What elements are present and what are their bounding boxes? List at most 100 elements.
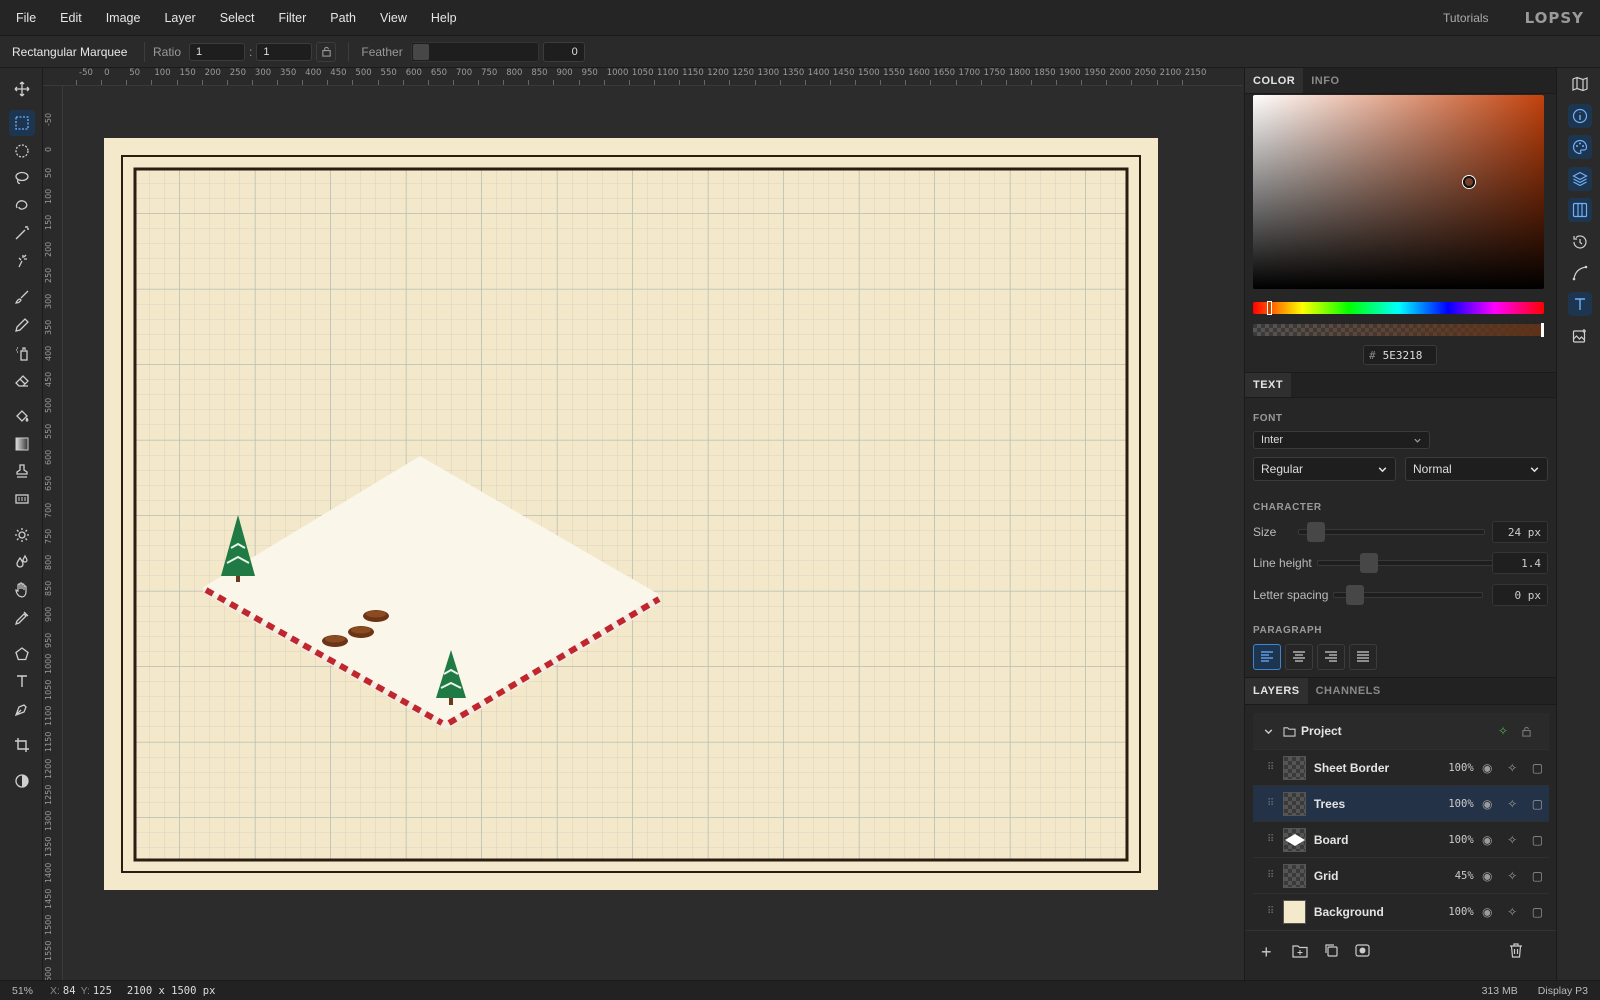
menu-path[interactable]: Path bbox=[318, 11, 368, 25]
lock-icon[interactable]: ▢ bbox=[1526, 905, 1549, 919]
font-style-select[interactable]: Normal bbox=[1405, 457, 1548, 481]
size-slider[interactable] bbox=[1298, 522, 1485, 542]
font-weight-select[interactable]: Regular bbox=[1253, 457, 1396, 481]
add-layer-button[interactable]: + bbox=[1261, 942, 1272, 963]
layer-row-trees[interactable]: ⠿ Trees 100% ◉ ✧ ▢ bbox=[1253, 785, 1549, 821]
effects-icon[interactable]: ✧ bbox=[1501, 797, 1524, 811]
color-panel-button[interactable] bbox=[1568, 135, 1592, 159]
layers-panel-button[interactable] bbox=[1568, 167, 1592, 191]
ratio-height-input[interactable]: 1 bbox=[256, 42, 313, 61]
menu-help[interactable]: Help bbox=[419, 11, 469, 25]
document-canvas[interactable] bbox=[104, 138, 1158, 890]
hue-slider-handle[interactable] bbox=[1267, 301, 1272, 315]
ratio-lock-button[interactable] bbox=[316, 41, 337, 62]
alpha-slider[interactable] bbox=[1253, 323, 1544, 337]
smudge-tool[interactable] bbox=[9, 577, 35, 603]
paths-panel-button[interactable] bbox=[1568, 261, 1592, 285]
eyedropper-tool[interactable] bbox=[9, 605, 35, 631]
tab-layers[interactable]: LAYERS bbox=[1245, 678, 1308, 704]
line-height-value[interactable]: 1.4 bbox=[1492, 552, 1548, 574]
menu-filter[interactable]: Filter bbox=[266, 11, 318, 25]
lock-icon[interactable]: ▢ bbox=[1526, 761, 1549, 775]
layer-row-sheet-border[interactable]: ⠿ Sheet Border 100% ◉ ✧ ▢ bbox=[1253, 749, 1549, 785]
rect-marquee-tool[interactable] bbox=[9, 110, 35, 136]
layer-row-background[interactable]: ⠿ Background 100% ◉ ✧ ▢ bbox=[1253, 893, 1549, 929]
menu-image[interactable]: Image bbox=[94, 11, 153, 25]
lasso-tool[interactable] bbox=[9, 165, 35, 191]
size-slider-knob[interactable] bbox=[1307, 522, 1325, 542]
lock-icon[interactable]: ▢ bbox=[1526, 797, 1549, 811]
crop-tool[interactable] bbox=[9, 732, 35, 758]
tab-color[interactable]: COLOR bbox=[1245, 68, 1304, 93]
feather-slider[interactable] bbox=[410, 41, 539, 62]
color-picker-handle[interactable] bbox=[1463, 176, 1475, 188]
hex-input[interactable]: # 5E3218 bbox=[1363, 345, 1437, 365]
lock-icon[interactable]: ▢ bbox=[1526, 869, 1549, 883]
move-tool[interactable] bbox=[9, 76, 35, 102]
eye-icon[interactable]: ◉ bbox=[1476, 833, 1499, 847]
trash-icon[interactable] bbox=[1509, 943, 1523, 958]
burn-tool[interactable] bbox=[9, 549, 35, 575]
fill-tool[interactable] bbox=[9, 403, 35, 429]
lock-icon[interactable] bbox=[1521, 726, 1532, 737]
drag-handle-icon[interactable]: ⠿ bbox=[1267, 906, 1277, 917]
pen-tool[interactable] bbox=[9, 696, 35, 722]
menu-file[interactable]: File bbox=[4, 11, 48, 25]
align-center-button[interactable] bbox=[1285, 644, 1313, 670]
text-tool[interactable] bbox=[9, 668, 35, 694]
alpha-slider-handle[interactable] bbox=[1541, 323, 1544, 337]
tab-info[interactable]: INFO bbox=[1303, 68, 1347, 93]
drag-handle-icon[interactable]: ⠿ bbox=[1267, 762, 1277, 773]
ellipse-marquee-tool[interactable] bbox=[9, 138, 35, 164]
gradient-tool[interactable] bbox=[9, 431, 35, 457]
eye-icon[interactable]: ◉ bbox=[1476, 797, 1499, 811]
letter-spacing-slider[interactable] bbox=[1333, 585, 1483, 605]
chevron-down-icon[interactable] bbox=[1263, 726, 1274, 737]
contrast-tool[interactable] bbox=[9, 768, 35, 794]
menu-view[interactable]: View bbox=[368, 11, 419, 25]
eye-icon[interactable]: ◉ bbox=[1476, 761, 1499, 775]
font-family-select[interactable]: Inter bbox=[1253, 431, 1430, 449]
drag-handle-icon[interactable]: ⠿ bbox=[1267, 870, 1277, 881]
layer-row-board[interactable]: ⠿ Board 100% ◉ ✧ ▢ bbox=[1253, 821, 1549, 857]
spray-tool[interactable] bbox=[9, 340, 35, 366]
tab-text[interactable]: TEXT bbox=[1245, 373, 1292, 397]
assets-panel-button[interactable] bbox=[1568, 324, 1592, 348]
feather-slider-knob[interactable] bbox=[412, 43, 429, 60]
size-value[interactable]: 24 px bbox=[1492, 521, 1548, 543]
layer-row-grid[interactable]: ⠿ Grid 45% ◉ ✧ ▢ bbox=[1253, 857, 1549, 893]
brush-tool[interactable] bbox=[9, 284, 35, 310]
new-group-icon[interactable] bbox=[1292, 944, 1308, 958]
history-panel-button[interactable] bbox=[1568, 230, 1592, 254]
letter-spacing-slider-knob[interactable] bbox=[1346, 585, 1364, 605]
effects-icon[interactable]: ✧ bbox=[1501, 833, 1524, 847]
effects-icon[interactable]: ✧ bbox=[1501, 761, 1524, 775]
tab-channels[interactable]: CHANNELS bbox=[1308, 678, 1389, 704]
stamp-tool[interactable] bbox=[9, 458, 35, 484]
shape-tool[interactable] bbox=[9, 641, 35, 667]
ratio-width-input[interactable]: 1 bbox=[189, 42, 246, 61]
layer-group-project[interactable]: Project ✧ bbox=[1253, 713, 1549, 749]
mask-icon[interactable] bbox=[1355, 944, 1370, 957]
dodge-tool[interactable] bbox=[9, 522, 35, 548]
map-panel-button[interactable] bbox=[1568, 72, 1592, 96]
color-saturation-field[interactable] bbox=[1253, 95, 1544, 289]
pencil-tool[interactable] bbox=[9, 312, 35, 338]
align-justify-button[interactable] bbox=[1349, 644, 1377, 670]
lock-icon[interactable]: ▢ bbox=[1526, 833, 1549, 847]
align-right-button[interactable] bbox=[1317, 644, 1345, 670]
channels-panel-button[interactable] bbox=[1568, 198, 1592, 222]
line-height-slider[interactable] bbox=[1317, 553, 1500, 573]
drag-handle-icon[interactable]: ⠿ bbox=[1267, 798, 1277, 809]
quick-select-tool[interactable] bbox=[9, 248, 35, 274]
line-height-slider-knob[interactable] bbox=[1360, 553, 1378, 573]
pattern-tool[interactable] bbox=[9, 486, 35, 512]
magic-wand-tool[interactable] bbox=[9, 220, 35, 246]
feather-value-input[interactable]: 0 bbox=[542, 41, 585, 62]
menu-edit[interactable]: Edit bbox=[48, 11, 94, 25]
duplicate-icon[interactable] bbox=[1324, 943, 1339, 958]
hue-slider[interactable] bbox=[1253, 301, 1544, 315]
menu-select[interactable]: Select bbox=[208, 11, 267, 25]
align-left-button[interactable] bbox=[1253, 644, 1281, 670]
zoom-level[interactable]: 51% bbox=[12, 985, 48, 997]
